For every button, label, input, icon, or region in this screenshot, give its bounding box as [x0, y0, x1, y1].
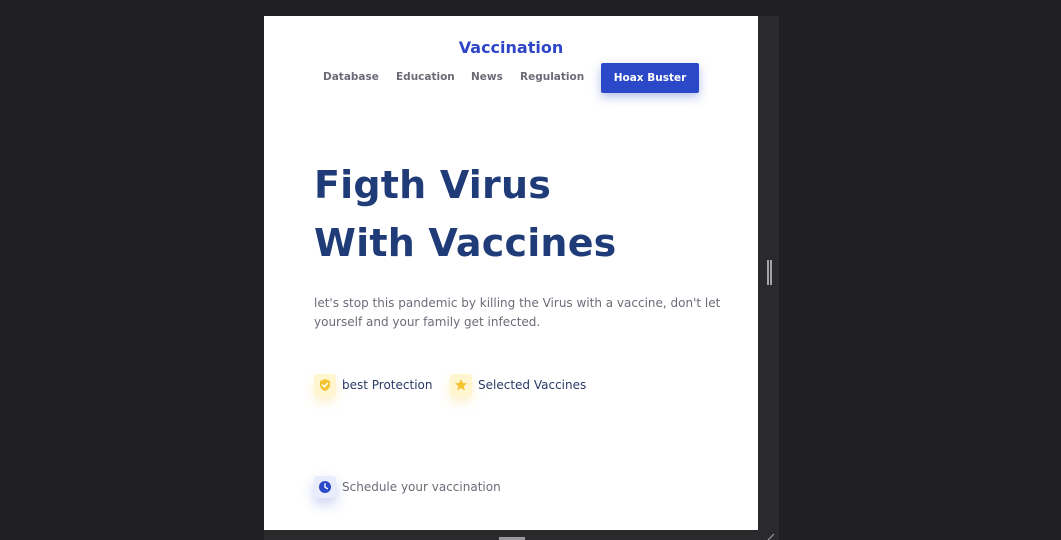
feature-selected-vaccines: Selected Vaccines: [450, 374, 586, 396]
hoax-buster-button[interactable]: Hoax Buster: [601, 63, 699, 93]
hero-title-line-2: With Vaccines: [314, 221, 617, 265]
nav-item-education[interactable]: Education: [396, 71, 455, 83]
shield-check-icon: [314, 374, 336, 396]
nav-item-regulation[interactable]: Regulation: [520, 71, 584, 83]
schedule-link[interactable]: Schedule your vaccination: [314, 476, 501, 498]
hero-title-line-1: Figth Virus: [314, 163, 552, 207]
clock-icon: [314, 476, 336, 498]
hero-description: let's stop this pandemic by killing the …: [314, 296, 721, 329]
feature-label: best Protection: [342, 378, 433, 392]
schedule-label: Schedule your vaccination: [342, 480, 501, 494]
brand-logo[interactable]: Vaccination: [264, 38, 758, 57]
feature-label: Selected Vaccines: [478, 378, 587, 392]
resize-handle[interactable]: [767, 260, 772, 285]
hero-title: Figth Virus With Vaccines: [314, 156, 616, 272]
star-icon: [450, 374, 472, 396]
page-viewport: Vaccination Database Education News Regu…: [264, 16, 758, 530]
nav-item-news[interactable]: News: [471, 71, 503, 83]
nav-item-database[interactable]: Database: [323, 71, 379, 83]
corner-resize-icon[interactable]: [766, 533, 776, 540]
feature-best-protection: best Protection: [314, 374, 432, 396]
